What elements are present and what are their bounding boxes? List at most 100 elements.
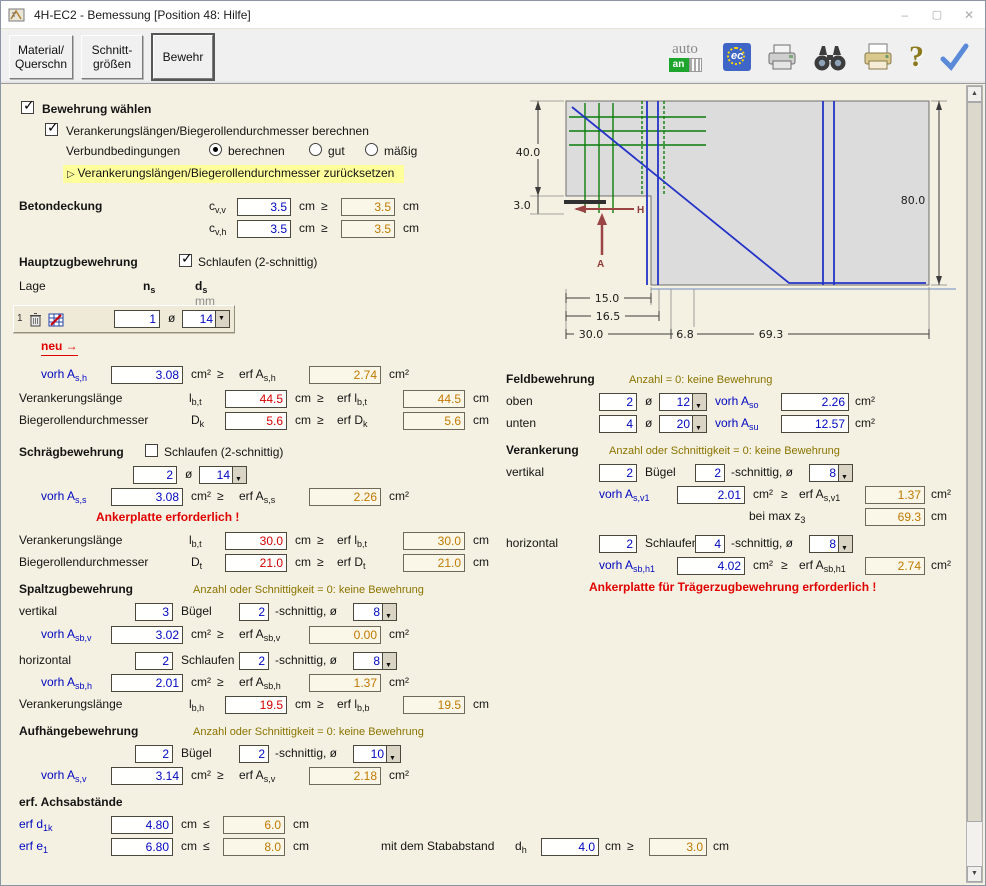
- chevron-down-icon[interactable]: [692, 416, 706, 432]
- bewehrung-waehlen-checkbox[interactable]: [21, 101, 34, 114]
- material-querschnitt-button[interactable]: Material/Querschn: [9, 35, 73, 79]
- verankerung-h-schnitt-input[interactable]: [695, 535, 725, 553]
- lbh-input[interactable]: [225, 696, 287, 714]
- vertical-scrollbar[interactable]: [966, 85, 983, 883]
- ds-dropdown[interactable]: 14: [182, 310, 230, 328]
- cvh-input[interactable]: [237, 220, 291, 238]
- auto-toggle[interactable]: auto an: [662, 42, 708, 72]
- spaltzug-h-schnitt-input[interactable]: [239, 652, 269, 670]
- chevron-down-icon[interactable]: [386, 746, 400, 762]
- dim-40-label: 40.0: [516, 146, 541, 159]
- scroll-down-button[interactable]: [967, 866, 982, 882]
- feld-oben-dia-dropdown[interactable]: 12: [659, 393, 707, 411]
- radio-maessig[interactable]: [365, 143, 378, 156]
- scrollbar-thumb[interactable]: [967, 102, 982, 822]
- vorh-aso-input[interactable]: [781, 393, 849, 411]
- vorh-asbh-label: vorh Asb,h: [41, 674, 92, 695]
- feld-title: Feldbewehrung: [506, 371, 595, 388]
- vorh-asv-input[interactable]: [111, 767, 183, 785]
- erf-asv1-label: erf As,v1: [799, 486, 840, 507]
- verankerung-berechnen-checkbox[interactable]: [45, 123, 58, 136]
- cvv-input[interactable]: [237, 198, 291, 216]
- chevron-down-icon[interactable]: [215, 311, 229, 327]
- hauptzug-schlaufen-label[interactable]: Schlaufen (2-schnittig): [198, 254, 317, 271]
- spaltzug-vorh-v-row: vorh Asb,v cm² ≥ erf Asb,v 0.00 cm²: [1, 626, 961, 645]
- schlaufen-label: Schlaufen: [181, 652, 234, 669]
- row-number: 1: [17, 313, 23, 324]
- aufhaenge-dia-dropdown[interactable]: 10: [353, 745, 401, 763]
- feld-unten-dia-dropdown[interactable]: 20: [659, 415, 707, 433]
- vorh-asbv-input[interactable]: [111, 626, 183, 644]
- table-edit-icon: [48, 313, 64, 327]
- print-button[interactable]: [862, 42, 894, 72]
- achs-row-2: erf e1 cm ≤ 8.0 cm mit dem Stababstand d…: [1, 838, 961, 857]
- copy-row-button[interactable]: [48, 313, 64, 330]
- radio-gut-label[interactable]: gut: [328, 143, 345, 160]
- copy-document-button[interactable]: [766, 42, 798, 72]
- bars-icon: [689, 58, 702, 72]
- chevron-down-icon[interactable]: [838, 465, 852, 481]
- verankerung-h-dia-dropdown[interactable]: 8: [809, 535, 853, 553]
- ns-input[interactable]: [114, 310, 160, 328]
- dim-30-label: 30.0: [579, 328, 604, 341]
- erf-d1k-input[interactable]: [111, 816, 173, 834]
- spaltzug-v-schnitt-input[interactable]: [239, 603, 269, 621]
- radio-berechnen-label[interactable]: berechnen: [228, 143, 285, 160]
- erf-asv-label: erf As,v: [239, 767, 275, 788]
- verankerung-v-dia-dropdown[interactable]: 8: [809, 464, 853, 482]
- maxz-value: 69.3: [865, 508, 925, 526]
- bewehrung-waehlen-label[interactable]: Bewehrung wählen: [42, 101, 151, 118]
- section-drawing: H A 40.0 3.0 80.0: [506, 93, 958, 351]
- verankerungslaenge-label: Verankerungslänge: [19, 696, 122, 713]
- radio-gut[interactable]: [309, 143, 322, 156]
- erf-asbh1-value: 2.74: [865, 557, 925, 575]
- verankerung-maxz-row: bei max z3 69.3 cm: [1, 508, 961, 527]
- radio-berechnen[interactable]: [209, 143, 222, 156]
- chevron-down-icon[interactable]: [382, 604, 396, 620]
- vorh-asu-input[interactable]: [781, 415, 849, 433]
- feld-oben-count-input[interactable]: [599, 393, 637, 411]
- scroll-up-button[interactable]: [967, 86, 982, 102]
- reset-verankerung-button[interactable]: Verankerungslängen/Biegerollendurchmesse…: [63, 165, 404, 183]
- schnittgroessen-button[interactable]: Schnitt-größen: [81, 35, 143, 79]
- chevron-down-icon[interactable]: [382, 653, 396, 669]
- hauptzug-schlaufen-checkbox[interactable]: [179, 254, 192, 267]
- lbh-symbol: lb,h: [189, 696, 204, 717]
- confirm-button[interactable]: [939, 42, 969, 72]
- aufhaenge-count-input[interactable]: [135, 745, 173, 763]
- vorh-asv1-input[interactable]: [677, 486, 745, 504]
- aufhaenge-schnitt-input[interactable]: [239, 745, 269, 763]
- chevron-down-icon[interactable]: [838, 536, 852, 552]
- verankerung-h-count-input[interactable]: [599, 535, 637, 553]
- search-button[interactable]: [813, 43, 847, 72]
- eurocode-button[interactable]: ec: [723, 43, 751, 71]
- verankerung-v-count-input[interactable]: [599, 464, 637, 482]
- vorh-asbh-input[interactable]: [111, 674, 183, 692]
- bewehrung-button[interactable]: Bewehr: [153, 35, 213, 79]
- buegel-label: Bügel: [181, 745, 212, 762]
- toolbar-right-icons: auto an ec ?: [662, 34, 969, 80]
- radio-maessig-label[interactable]: mäßig: [384, 143, 417, 160]
- dh-input[interactable]: [541, 838, 599, 856]
- feld-unten-count-input[interactable]: [599, 415, 637, 433]
- delete-row-button[interactable]: [29, 312, 42, 330]
- add-layer-button[interactable]: neu: [41, 338, 78, 356]
- dim-165-label: 16.5: [596, 310, 621, 323]
- vorh-asbh1-input[interactable]: [677, 557, 745, 575]
- maximize-button[interactable]: [921, 1, 953, 28]
- spaltzug-v-count-input[interactable]: [135, 603, 173, 621]
- erf-e1-input[interactable]: [111, 838, 173, 856]
- force-a-label: A: [597, 259, 604, 270]
- achs-row-1: erf d1k cm ≤ 6.0 cm: [1, 816, 961, 835]
- verankerung-v-schnitt-input[interactable]: [695, 464, 725, 482]
- help-button[interactable]: ?: [909, 42, 924, 72]
- spaltzug-h-dia-dropdown[interactable]: 8: [353, 652, 397, 670]
- verankerung-berechnen-label[interactable]: Verankerungslängen/Biegerollendurchmesse…: [66, 123, 369, 140]
- achsabstaende-title: erf. Achsabstände: [19, 794, 123, 811]
- verankerung-vorh-h-row: vorh Asb,h1 cm² ≥ erf Asb,h1 2.74 cm²: [1, 557, 961, 576]
- close-button[interactable]: [953, 1, 985, 28]
- chevron-down-icon[interactable]: [692, 394, 706, 410]
- spaltzug-h-count-input[interactable]: [135, 652, 173, 670]
- minimize-button[interactable]: [889, 1, 921, 28]
- spaltzug-v-dia-dropdown[interactable]: 8: [353, 603, 397, 621]
